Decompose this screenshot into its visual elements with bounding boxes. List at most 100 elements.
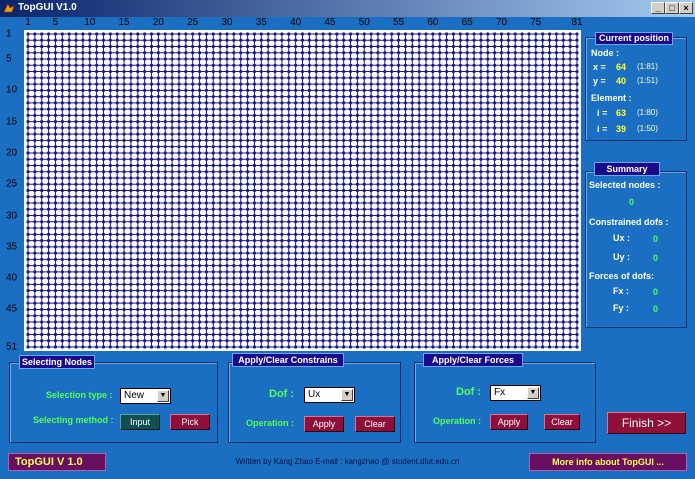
- mesh-node[interactable]: [177, 301, 181, 305]
- mesh-node[interactable]: [520, 107, 524, 111]
- mesh-node[interactable]: [445, 188, 449, 193]
- mesh-node[interactable]: [136, 126, 140, 130]
- mesh-node[interactable]: [554, 257, 559, 261]
- mesh-node[interactable]: [115, 326, 119, 330]
- mesh-node[interactable]: [342, 207, 346, 211]
- mesh-node[interactable]: [170, 138, 174, 143]
- mesh-node[interactable]: [396, 332, 401, 337]
- mesh-node[interactable]: [163, 295, 167, 299]
- mesh-node[interactable]: [53, 107, 58, 111]
- mesh-node[interactable]: [26, 107, 30, 111]
- mesh-node[interactable]: [273, 213, 277, 218]
- mesh-node[interactable]: [95, 176, 99, 180]
- mesh-node[interactable]: [417, 270, 421, 274]
- mesh-node[interactable]: [561, 201, 565, 205]
- mesh-node[interactable]: [431, 226, 435, 230]
- mesh-node[interactable]: [506, 282, 510, 286]
- mesh-node[interactable]: [252, 38, 257, 42]
- mesh-node[interactable]: [136, 207, 140, 211]
- mesh-node[interactable]: [390, 176, 394, 180]
- mesh-node[interactable]: [431, 339, 435, 343]
- mesh-node[interactable]: [287, 245, 291, 249]
- mesh-node[interactable]: [239, 182, 243, 186]
- mesh-node[interactable]: [46, 107, 51, 111]
- mesh-node[interactable]: [465, 276, 469, 280]
- mesh-node[interactable]: [136, 32, 140, 36]
- mesh-node[interactable]: [67, 226, 71, 230]
- mesh-node[interactable]: [108, 245, 112, 249]
- mesh-node[interactable]: [506, 138, 510, 143]
- mesh-node[interactable]: [74, 282, 78, 286]
- mesh-node[interactable]: [369, 257, 373, 261]
- mesh-node[interactable]: [445, 32, 449, 36]
- mesh-node[interactable]: [74, 151, 78, 155]
- mesh-node[interactable]: [53, 232, 58, 236]
- mesh-node[interactable]: [451, 170, 456, 174]
- mesh-node[interactable]: [328, 95, 332, 99]
- mesh-node[interactable]: [33, 232, 37, 236]
- mesh-node[interactable]: [273, 195, 277, 199]
- mesh-node[interactable]: [95, 120, 99, 124]
- mesh-node[interactable]: [273, 107, 277, 111]
- mesh-node[interactable]: [287, 163, 291, 168]
- mesh-node[interactable]: [149, 138, 154, 143]
- mesh-node[interactable]: [26, 101, 30, 105]
- mesh-node[interactable]: [410, 339, 414, 343]
- mesh-node[interactable]: [355, 314, 359, 318]
- mesh-node[interactable]: [300, 126, 305, 130]
- mesh-node[interactable]: [438, 51, 442, 55]
- mesh-node[interactable]: [81, 201, 85, 205]
- mesh-node[interactable]: [328, 301, 332, 305]
- mesh-node[interactable]: [53, 132, 58, 136]
- mesh-node[interactable]: [424, 145, 428, 149]
- mesh-node[interactable]: [287, 213, 291, 218]
- mesh-node[interactable]: [239, 63, 243, 67]
- mesh-node[interactable]: [547, 32, 552, 36]
- mesh-node[interactable]: [499, 57, 504, 61]
- mesh-node[interactable]: [26, 232, 30, 236]
- mesh-node[interactable]: [390, 238, 394, 243]
- mesh-node[interactable]: [348, 320, 353, 324]
- mesh-node[interactable]: [314, 257, 318, 261]
- mesh-node[interactable]: [40, 57, 44, 61]
- mesh-node[interactable]: [465, 320, 469, 324]
- mesh-node[interactable]: [95, 295, 99, 299]
- mesh-node[interactable]: [197, 345, 202, 349]
- mesh-node[interactable]: [273, 38, 277, 42]
- mesh-node[interactable]: [143, 126, 147, 130]
- mesh-node[interactable]: [513, 301, 517, 305]
- mesh-node[interactable]: [225, 345, 229, 349]
- mesh-node[interactable]: [273, 295, 277, 299]
- mesh-node[interactable]: [328, 320, 332, 324]
- mesh-node[interactable]: [561, 245, 565, 249]
- mesh-node[interactable]: [458, 101, 462, 105]
- mesh-node[interactable]: [554, 51, 559, 55]
- mesh-node[interactable]: [424, 245, 428, 249]
- mesh-node[interactable]: [342, 38, 346, 42]
- mesh-node[interactable]: [163, 257, 167, 261]
- mesh-node[interactable]: [568, 182, 572, 186]
- mesh-node[interactable]: [554, 213, 559, 218]
- mesh-node[interactable]: [60, 301, 64, 305]
- mesh-node[interactable]: [390, 95, 394, 99]
- mesh-node[interactable]: [266, 151, 270, 155]
- mesh-node[interactable]: [561, 188, 565, 193]
- mesh-node[interactable]: [369, 264, 373, 268]
- mesh-node[interactable]: [204, 251, 209, 255]
- mesh-node[interactable]: [246, 170, 250, 174]
- mesh-node[interactable]: [177, 320, 181, 324]
- mesh-node[interactable]: [506, 307, 510, 312]
- mesh-node[interactable]: [534, 188, 538, 193]
- mesh-node[interactable]: [280, 120, 284, 124]
- mesh-node[interactable]: [493, 69, 497, 74]
- mesh-node[interactable]: [218, 138, 222, 143]
- mesh-node[interactable]: [355, 257, 359, 261]
- mesh-node[interactable]: [451, 332, 456, 337]
- mesh-node[interactable]: [218, 282, 222, 286]
- mesh-node[interactable]: [60, 145, 64, 149]
- mesh-node[interactable]: [575, 345, 579, 349]
- mesh-node[interactable]: [424, 188, 428, 193]
- mesh-node[interactable]: [163, 51, 167, 55]
- mesh-node[interactable]: [259, 76, 263, 80]
- mesh-node[interactable]: [300, 182, 305, 186]
